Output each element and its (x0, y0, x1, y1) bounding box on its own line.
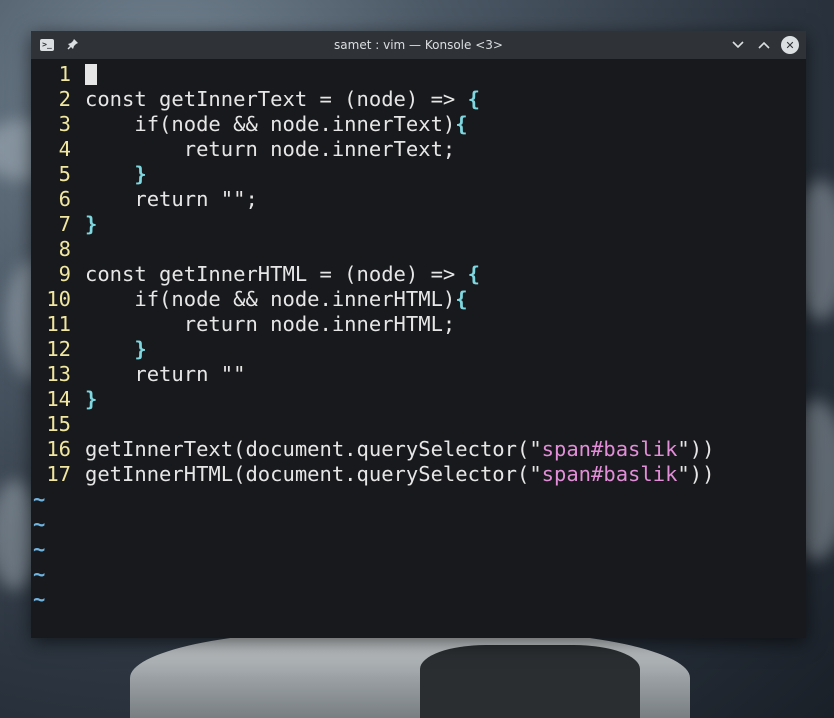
line-content: const getInnerText = (node) => { (85, 87, 480, 111)
chevron-up-icon (758, 38, 770, 52)
editor-line: 1 (31, 62, 806, 87)
line-content: } (85, 387, 98, 411)
line-number: 1 (58, 62, 71, 86)
window-title: samet : vim — Konsole <3> (334, 38, 503, 52)
editor-line: 9 const getInnerHTML = (node) => { (31, 262, 806, 287)
line-number: 10 (46, 287, 71, 311)
line-number: 4 (58, 137, 71, 161)
text-cursor (85, 63, 97, 85)
line-content: } (134, 337, 147, 361)
editor-line: 7 } (31, 212, 806, 237)
line-number: 17 (46, 462, 71, 486)
app-menu-button[interactable]: >_ (37, 35, 57, 55)
editor-line: 8 (31, 237, 806, 262)
line-number: 7 (58, 212, 71, 236)
line-number: 3 (58, 112, 71, 136)
editor-line: 16 getInnerText(document.querySelector("… (31, 437, 806, 462)
line-number: 5 (58, 162, 71, 186)
line-number: 2 (58, 87, 71, 111)
minimize-button[interactable] (728, 35, 748, 55)
editor-line: 2 const getInnerText = (node) => { (31, 87, 806, 112)
line-content: } (134, 162, 147, 186)
line-number: 6 (58, 187, 71, 211)
space-station-shadow (420, 645, 640, 718)
window-titlebar[interactable]: >_ samet : vim — Konsole <3> ✕ (31, 31, 806, 59)
line-content: return node.innerHTML; (85, 312, 456, 336)
line-content: getInnerText(document.querySelector("spa… (85, 437, 715, 461)
editor-line: 11 return node.innerHTML; (31, 312, 806, 337)
editor-line: 6 return ""; (31, 187, 806, 212)
editor-line: 13 return "" (31, 362, 806, 387)
editor-line: 14 } (31, 387, 806, 412)
line-number: 12 (46, 337, 71, 361)
maximize-button[interactable] (754, 35, 774, 55)
editor-line: 5 } (31, 162, 806, 187)
close-button[interactable]: ✕ (780, 35, 800, 55)
line-number: 16 (46, 437, 71, 461)
line-number: 15 (46, 412, 71, 436)
editor-line: 12 } (31, 337, 806, 362)
line-content: getInnerHTML(document.querySelector("spa… (85, 462, 715, 486)
konsole-window: >_ samet : vim — Konsole <3> ✕ 1 2 const… (31, 31, 806, 638)
line-content: return node.innerText; (85, 137, 456, 161)
line-content: if(node && node.innerText){ (85, 112, 468, 136)
vim-editor[interactable]: 1 2 const getInnerText = (node) => { 3 i… (31, 59, 806, 638)
terminal-icon: >_ (40, 39, 54, 51)
line-content: return ""; (85, 187, 258, 211)
line-content: } (85, 212, 98, 236)
line-number: 9 (58, 262, 71, 286)
line-number: 13 (46, 362, 71, 386)
line-content: const getInnerHTML = (node) => { (85, 262, 480, 286)
editor-line: 4 return node.innerText; (31, 137, 806, 162)
pin-button[interactable] (63, 35, 83, 55)
editor-line: 17 getInnerHTML(document.querySelector("… (31, 462, 806, 487)
editor-line: 15 (31, 412, 806, 437)
line-content: return "" (85, 362, 246, 386)
line-number: 14 (46, 387, 71, 411)
close-icon: ✕ (781, 36, 799, 54)
line-content (85, 62, 97, 87)
empty-line-tilde: ~ (33, 562, 46, 586)
empty-line-tilde: ~ (33, 487, 46, 511)
empty-line-tilde: ~ (33, 537, 46, 561)
line-number: 8 (58, 237, 71, 261)
empty-line-tilde: ~ (33, 512, 46, 536)
editor-line: 10 if(node && node.innerHTML){ (31, 287, 806, 312)
editor-line: 3 if(node && node.innerText){ (31, 112, 806, 137)
line-content: if(node && node.innerHTML){ (85, 287, 468, 311)
chevron-down-icon (732, 38, 744, 52)
line-number: 11 (46, 312, 71, 336)
pin-icon (67, 38, 79, 53)
empty-line-tilde: ~ (33, 587, 46, 611)
